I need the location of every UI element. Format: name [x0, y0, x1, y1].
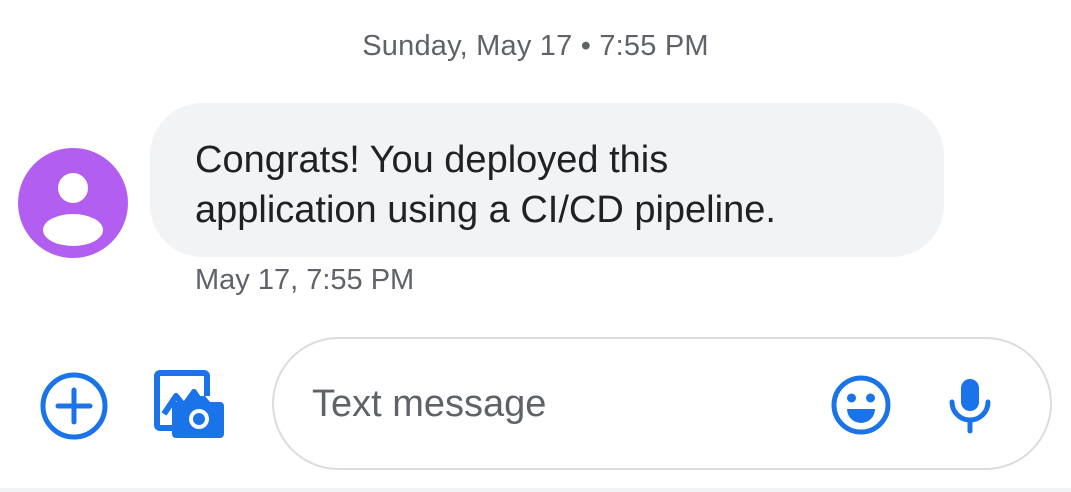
- emoji-icon: [831, 375, 891, 435]
- gallery-button[interactable]: [152, 368, 228, 442]
- contact-avatar[interactable]: [18, 148, 128, 258]
- voice-input-button[interactable]: [944, 373, 996, 437]
- person-icon: [43, 173, 103, 246]
- emoji-button[interactable]: [829, 373, 893, 437]
- image-camera-icon: [154, 370, 224, 438]
- message-composer: [272, 337, 1052, 470]
- bottom-divider: [0, 488, 1071, 492]
- message-timestamp: May 17, 7:55 PM: [195, 264, 415, 296]
- text-message-input[interactable]: [312, 375, 792, 433]
- attach-button[interactable]: [38, 370, 110, 442]
- message-text-line: application using a CI/CD pipeline.: [195, 189, 776, 231]
- message-bubble[interactable]: Congrats! You deployed this application …: [150, 103, 944, 257]
- conversation-date-header: Sunday, May 17 • 7:55 PM: [362, 30, 709, 62]
- message-text-line: Congrats! You deployed this: [195, 139, 669, 181]
- add-circle-icon: [40, 372, 108, 440]
- microphone-icon: [949, 379, 991, 434]
